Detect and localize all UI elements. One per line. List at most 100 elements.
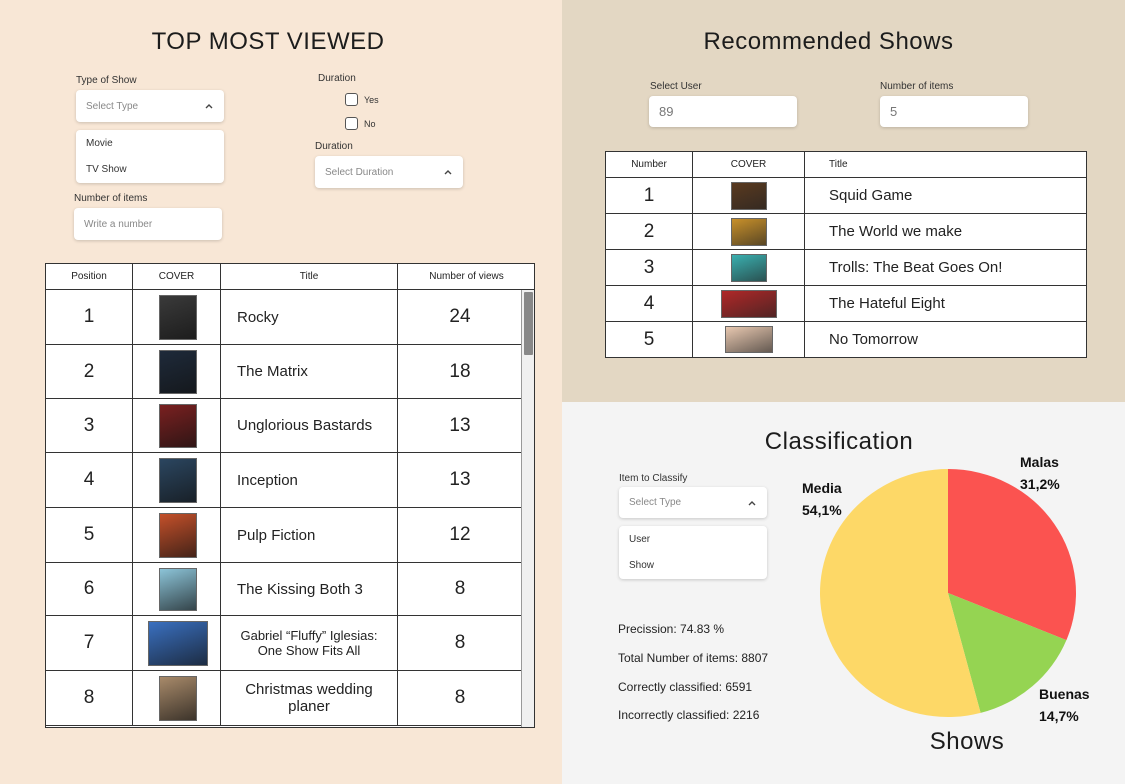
type-of-show-menu: Movie TV Show <box>76 130 224 183</box>
recommended-title: Recommended Shows <box>703 28 954 55</box>
views-cell: 8 <box>454 578 466 599</box>
pie-label-malas: Malas 31,2% <box>1020 451 1060 495</box>
top-most-viewed-panel: TOP MOST VIEWED Type of Show Select Type… <box>0 0 562 784</box>
scrollbar-thumb[interactable] <box>524 292 533 355</box>
position-cell: 5 <box>46 508 133 562</box>
cover-image <box>731 218 767 246</box>
item-to-classify-select[interactable]: Select Type <box>619 487 767 518</box>
title-cell: Christmas wedding planer <box>221 671 398 725</box>
no-checkbox[interactable] <box>345 117 358 130</box>
pie-label-buenas: Buenas 14,7% <box>1039 683 1090 727</box>
select-user-value: 89 <box>659 104 674 119</box>
table-row[interactable]: 6 The Kissing Both 3 8 <box>46 563 522 616</box>
title-cell: Gabriel “Fluffy” Iglesias: One Show Fits… <box>221 616 398 670</box>
table-row[interactable]: 4 The Hateful Eight <box>606 286 1086 322</box>
option-show[interactable]: Show <box>629 560 654 571</box>
cover-image <box>159 513 197 558</box>
cover-image <box>731 182 767 210</box>
no-label: No <box>364 119 376 129</box>
select-user-input[interactable]: 89 <box>649 96 797 127</box>
number-cell: 2 <box>606 214 693 249</box>
duration-select-value: Select Duration <box>325 166 394 178</box>
cover-image <box>731 254 767 282</box>
cover-image <box>159 295 197 340</box>
table-row[interactable]: 3 Unglorious Bastards 13 <box>46 399 522 453</box>
cover-image <box>159 458 197 503</box>
correct-stat: Correctly classified: 6591 <box>618 680 753 694</box>
type-of-show-select[interactable]: Select Type <box>76 90 224 122</box>
position-cell: 7 <box>46 616 133 670</box>
title-cell: Rocky <box>221 290 398 344</box>
number-cell: 5 <box>606 322 693 357</box>
number-of-items-input[interactable]: Write a number <box>74 208 222 240</box>
position-cell: 1 <box>46 290 133 344</box>
select-user-label: Select User <box>650 81 702 92</box>
title-cell: The Kissing Both 3 <box>221 563 398 615</box>
pie-label-malas-value: 31,2% <box>1020 476 1060 492</box>
total-items-stat: Total Number of items: 8807 <box>618 651 769 665</box>
position-cell: 4 <box>46 453 133 507</box>
precision-stat: Precission: 74.83 % <box>618 622 725 636</box>
title-cell: The World we make <box>829 223 963 240</box>
table-row[interactable]: 2 The Matrix 18 <box>46 345 522 399</box>
cover-image <box>159 350 197 394</box>
chevron-up-icon <box>443 167 453 177</box>
table-row[interactable]: 1 Rocky 24 <box>46 290 522 345</box>
table-row[interactable]: 2 The World we make <box>606 214 1086 250</box>
type-of-show-value: Select Type <box>86 100 139 112</box>
title-cell: Inception <box>221 453 398 507</box>
views-cell: 8 <box>454 687 466 708</box>
title-cell: The Matrix <box>221 345 398 398</box>
pie-label-media-value: 54,1% <box>802 502 842 518</box>
header-title: Title <box>221 264 398 290</box>
table-row[interactable]: 5 No Tomorrow <box>606 322 1086 357</box>
table-row[interactable]: 4 Inception 13 <box>46 453 522 508</box>
item-to-classify-value: Select Type <box>629 497 682 508</box>
cover-image <box>159 568 197 611</box>
pie-label-media: Media 54,1% <box>802 477 842 521</box>
duration-select[interactable]: Select Duration <box>315 156 463 188</box>
title-cell: Unglorious Bastards <box>221 399 398 452</box>
views-cell: 13 <box>449 469 471 490</box>
title-cell: Pulp Fiction <box>221 508 398 562</box>
title-cell: Squid Game <box>829 187 913 204</box>
item-to-classify-menu: User Show <box>619 526 767 579</box>
number-cell: 3 <box>606 250 693 285</box>
table-row[interactable]: 3 Trolls: The Beat Goes On! <box>606 250 1086 286</box>
position-cell: 3 <box>46 399 133 452</box>
top-viewed-table: Position COVER Title Number of views 1 Ro… <box>45 263 535 728</box>
position-cell: 8 <box>46 671 133 725</box>
table-row[interactable]: 7 Gabriel “Fluffy” Iglesias: One Show Fit… <box>46 616 522 671</box>
classification-pie-chart <box>820 469 1076 717</box>
position-cell: 6 <box>46 563 133 615</box>
table-row[interactable]: 8 Christmas wedding planer 8 <box>46 671 522 726</box>
pie-label-media-name: Media <box>802 480 842 496</box>
cover-image <box>725 326 773 353</box>
table-row[interactable]: 1 Squid Game <box>606 178 1086 214</box>
cover-image <box>148 621 208 666</box>
views-cell: 13 <box>449 414 471 436</box>
views-cell: 8 <box>454 632 466 653</box>
title-cell: No Tomorrow <box>829 331 918 348</box>
pie-label-buenas-name: Buenas <box>1039 686 1090 702</box>
option-movie[interactable]: Movie <box>86 138 113 149</box>
cover-image <box>159 404 197 448</box>
duration-label: Duration <box>318 73 356 84</box>
option-tv-show[interactable]: TV Show <box>86 164 127 175</box>
cover-image <box>721 290 777 318</box>
position-cell: 2 <box>46 345 133 398</box>
option-user[interactable]: User <box>629 534 650 545</box>
yes-checkbox[interactable] <box>345 93 358 106</box>
yes-label: Yes <box>364 95 379 105</box>
header-title: Title <box>805 152 1086 178</box>
header-number: Number <box>606 152 693 178</box>
rec-items-value: 5 <box>890 104 898 119</box>
header-cover: COVER <box>133 264 221 290</box>
chevron-up-icon <box>204 101 214 111</box>
table-scrollbar[interactable] <box>521 290 534 727</box>
rec-items-input[interactable]: 5 <box>880 96 1028 127</box>
header-views: Number of views <box>398 264 534 290</box>
number-cell: 4 <box>606 286 693 321</box>
table-row[interactable]: 5 Pulp Fiction 12 <box>46 508 522 563</box>
number-of-items-placeholder: Write a number <box>84 218 153 230</box>
